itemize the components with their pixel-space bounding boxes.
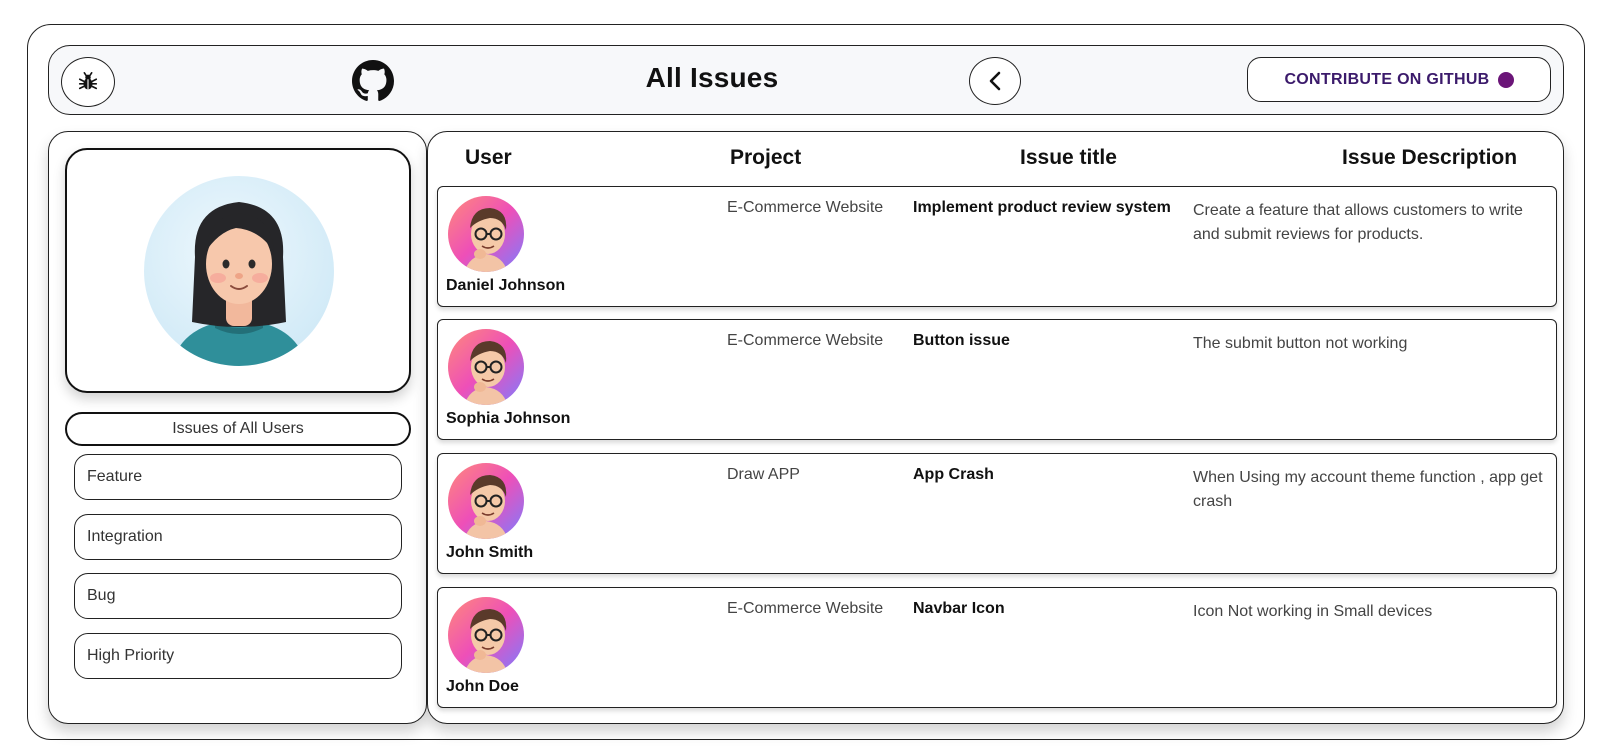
- user-avatar: [448, 463, 524, 539]
- issue-description: The submit button not working: [1193, 335, 1408, 352]
- filter-high-priority-button[interactable]: High Priority: [74, 633, 402, 679]
- issue-title: Implement product review system: [913, 199, 1171, 216]
- bug-icon: [78, 72, 98, 90]
- filter-integration-button[interactable]: Integration: [74, 514, 402, 560]
- project-name: E-Commerce Website: [727, 332, 884, 349]
- project-name: E-Commerce Website: [727, 199, 884, 216]
- github-icon[interactable]: [352, 60, 394, 102]
- issue-row[interactable]: John Smith Draw APP App Crash When Using…: [437, 453, 1557, 574]
- issues-panel: User Project Issue title Issue Descripti…: [427, 131, 1564, 724]
- user-avatar: [448, 196, 524, 272]
- issue-title: Navbar Icon: [913, 600, 1005, 617]
- user-name: John Doe: [446, 678, 519, 695]
- issue-row[interactable]: John Doe E-Commerce Website Navbar Icon …: [437, 587, 1557, 708]
- status-dot: [1497, 71, 1514, 88]
- issue-description: Create a feature that allows customers t…: [1193, 202, 1523, 243]
- project-name: E-Commerce Website: [727, 600, 884, 617]
- issue-title: App Crash: [913, 466, 994, 483]
- issue-title: Button issue: [913, 332, 1010, 349]
- user-avatar: [448, 329, 524, 405]
- user-name: Daniel Johnson: [446, 277, 566, 294]
- filter-feature-button[interactable]: Feature: [74, 454, 402, 500]
- project-name: Draw APP: [727, 466, 800, 483]
- issue-description: Icon Not working in Small devices: [1193, 603, 1433, 620]
- column-header-project: Project: [730, 146, 802, 169]
- column-header-user: User: [465, 146, 512, 169]
- column-header-issue-description: Issue Description: [1342, 146, 1518, 169]
- top-bar: All Issues CONTRIBUTE ON GITHUB: [48, 45, 1564, 115]
- sidebar: Issues of All Users Feature Integration …: [48, 131, 427, 724]
- profile-card: [65, 148, 411, 393]
- bug-button[interactable]: [61, 57, 115, 107]
- filter-bug-button[interactable]: Bug: [74, 573, 402, 619]
- user-name: Sophia Johnson: [446, 410, 571, 427]
- back-button[interactable]: [969, 57, 1021, 105]
- issue-row[interactable]: Daniel Johnson E-Commerce Website Implem…: [437, 186, 1557, 307]
- all-users-button[interactable]: Issues of All Users: [65, 412, 411, 446]
- user-name: John Smith: [446, 544, 534, 561]
- user-avatar: [448, 597, 524, 673]
- issue-row[interactable]: Sophia Johnson E-Commerce Website Button…: [437, 319, 1557, 440]
- chevron-left-icon: [989, 71, 1001, 91]
- contribute-label: CONTRIBUTE ON GITHUB: [1284, 70, 1490, 88]
- issue-description: When Using my account theme function , a…: [1193, 469, 1543, 510]
- column-header-issue-title: Issue title: [1020, 146, 1117, 169]
- profile-avatar: [144, 176, 334, 366]
- page-title: All Issues: [645, 62, 779, 93]
- contribute-github-button[interactable]: CONTRIBUTE ON GITHUB: [1247, 57, 1551, 102]
